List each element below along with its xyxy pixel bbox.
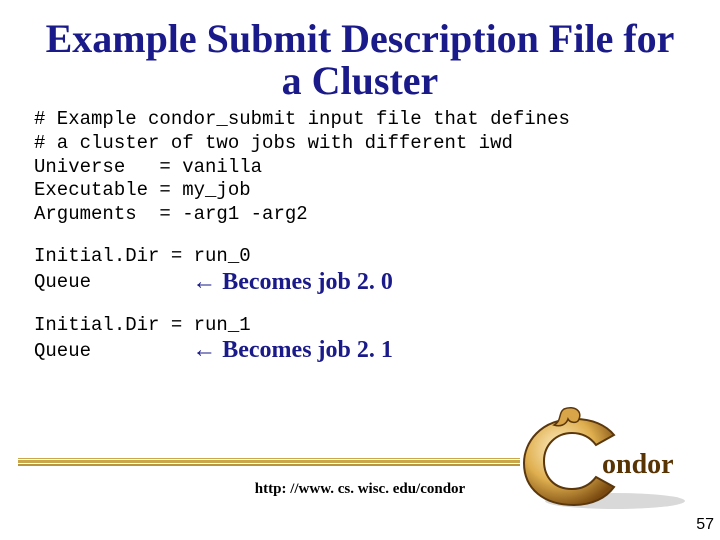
queue-row-1: Queue ← Becomes job 2. 1 [34, 337, 686, 364]
annotation-1: ← Becomes job 2. 1 [192, 337, 393, 364]
footer-url-link[interactable]: http: //www. cs. wisc. edu/condor [255, 481, 465, 497]
slide: Example Submit Description File for a Cl… [0, 0, 720, 540]
annotation-0: ← Becomes job 2. 0 [192, 269, 393, 296]
queue-row-0: Queue ← Becomes job 2. 0 [34, 269, 686, 296]
initialdir-1: Initial.Dir = run_1 [34, 314, 686, 338]
queue-0-label: Queue [34, 271, 182, 293]
slide-title: Example Submit Description File for a Cl… [34, 18, 686, 102]
code-comments-and-defs: # Example condor_submit input file that … [34, 108, 686, 227]
condor-logo-icon: ondor [520, 401, 690, 516]
footer-url: http: //www. cs. wisc. edu/condor [0, 481, 720, 498]
logo-text: ondor [602, 449, 674, 480]
initialdir-0: Initial.Dir = run_0 [34, 245, 686, 269]
horizontal-rule [18, 458, 520, 468]
queue-1-label: Queue [34, 340, 182, 362]
page-number: 57 [696, 516, 714, 534]
